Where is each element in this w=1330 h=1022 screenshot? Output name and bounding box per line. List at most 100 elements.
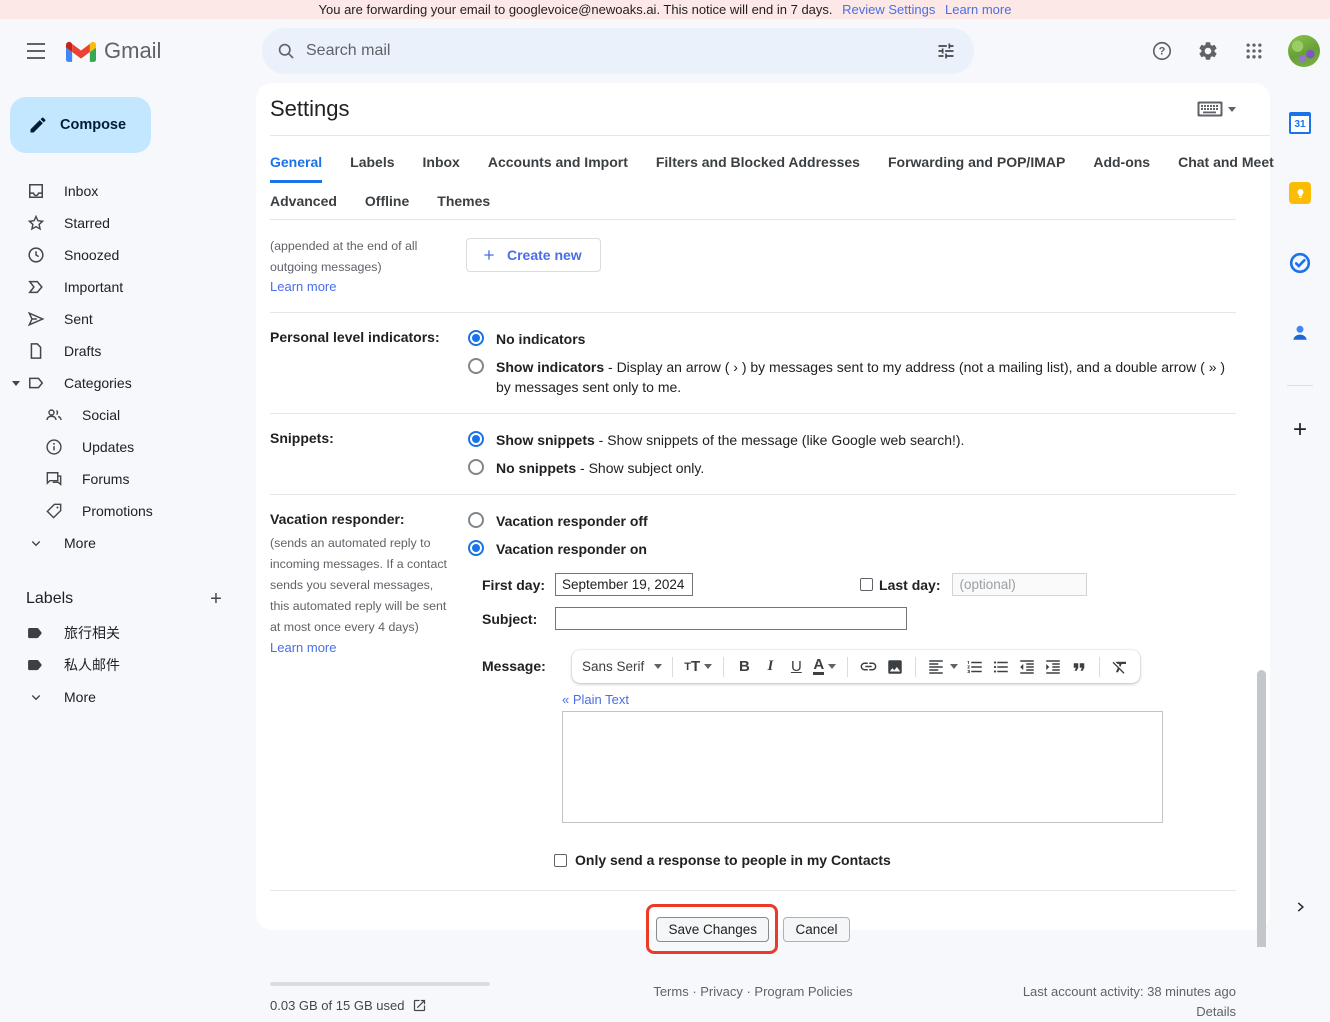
tasks-icon: [1288, 251, 1312, 275]
no-snippets-radio[interactable]: [468, 459, 484, 475]
underline-button[interactable]: U: [784, 654, 808, 680]
gmail-wordmark: Gmail: [104, 38, 161, 64]
get-addons-button[interactable]: +: [1293, 420, 1307, 440]
numbered-list-button[interactable]: [963, 654, 987, 680]
labels-more[interactable]: More: [0, 681, 256, 713]
numbered-list-icon: [966, 658, 984, 676]
sidebar-item-forums[interactable]: Forums: [0, 463, 256, 495]
font-family-selector[interactable]: Sans Serif: [580, 659, 664, 674]
signature-learn-more-link[interactable]: Learn more: [270, 279, 336, 294]
contacts-only-label: Only send a response to people in my Con…: [575, 852, 891, 868]
insert-link-button[interactable]: [856, 654, 881, 680]
first-day-input[interactable]: [555, 573, 693, 596]
review-settings-link[interactable]: Review Settings: [842, 2, 935, 17]
tasks-app-button[interactable]: [1282, 245, 1318, 281]
vacation-off-radio[interactable]: [468, 512, 484, 528]
tab-chat-and-meet[interactable]: Chat and Meet: [1178, 154, 1274, 183]
compose-button[interactable]: Compose: [10, 97, 151, 153]
italic-button[interactable]: I: [758, 654, 782, 680]
sidebar-item-social[interactable]: Social: [0, 399, 256, 431]
tab-inbox[interactable]: Inbox: [423, 154, 460, 183]
text-color-button[interactable]: A: [810, 654, 839, 680]
search-icon[interactable]: [276, 41, 296, 61]
help-button[interactable]: ?: [1142, 31, 1182, 71]
search-input[interactable]: [306, 42, 926, 60]
plain-text-toggle-link[interactable]: « Plain Text: [562, 692, 629, 707]
label-item-personal[interactable]: 私人邮件: [0, 649, 256, 681]
image-icon: [886, 658, 904, 676]
contacts-only-checkbox[interactable]: [554, 854, 567, 867]
bulleted-list-button[interactable]: [989, 654, 1013, 680]
sidebar-item-updates[interactable]: Updates: [0, 431, 256, 463]
google-apps-button[interactable]: [1234, 31, 1274, 71]
vacation-message-textarea[interactable]: [562, 711, 1163, 823]
calendar-app-button[interactable]: 31: [1282, 105, 1318, 141]
create-new-signature-button[interactable]: Create new: [466, 238, 601, 272]
bold-button[interactable]: B: [732, 654, 756, 680]
option-label: Vacation responder on: [496, 539, 647, 559]
tab-general[interactable]: General: [270, 154, 322, 183]
indent-increase-button[interactable]: [1041, 654, 1065, 680]
tag-icon: [44, 501, 64, 521]
banner-learn-more-link[interactable]: Learn more: [945, 2, 1011, 17]
input-method-selector[interactable]: [1197, 101, 1236, 117]
sidebar-item-categories[interactable]: Categories: [0, 367, 256, 399]
snippets-section: Snippets: Show snippets - Show snippets …: [270, 414, 1236, 495]
sidebar-item-important[interactable]: Important: [0, 271, 256, 303]
contacts-app-button[interactable]: [1282, 315, 1318, 351]
sidebar-item-inbox[interactable]: Inbox: [0, 175, 256, 207]
keep-app-button[interactable]: [1282, 175, 1318, 211]
open-in-new-icon[interactable]: [412, 998, 427, 1013]
message-label: Message:: [482, 650, 562, 674]
quote-button[interactable]: [1067, 654, 1091, 680]
option-label: Show indicators: [496, 359, 604, 375]
font-size-button[interactable]: TT: [681, 654, 715, 680]
subject-label: Subject:: [482, 611, 537, 627]
tab-accounts-and-import[interactable]: Accounts and Import: [488, 154, 628, 183]
indent-decrease-icon: [1018, 658, 1036, 676]
insert-image-button[interactable]: [883, 654, 907, 680]
sidebar-item-more[interactable]: More: [0, 527, 256, 559]
subject-input[interactable]: [555, 607, 907, 630]
align-button[interactable]: [924, 654, 960, 680]
create-label-button[interactable]: +: [202, 585, 230, 613]
tab-forwarding[interactable]: Forwarding and POP/IMAP: [888, 154, 1065, 183]
tab-offline[interactable]: Offline: [365, 193, 409, 219]
tab-filters[interactable]: Filters and Blocked Addresses: [656, 154, 860, 183]
tab-advanced[interactable]: Advanced: [270, 193, 337, 219]
search-options-button[interactable]: [926, 31, 966, 71]
sidebar-item-sent[interactable]: Sent: [0, 303, 256, 335]
sidebar-item-drafts[interactable]: Drafts: [0, 335, 256, 367]
section-label: Snippets:: [270, 430, 334, 446]
tab-themes[interactable]: Themes: [437, 193, 490, 219]
sidebar-item-promotions[interactable]: Promotions: [0, 495, 256, 527]
vacation-on-radio[interactable]: [468, 540, 484, 556]
header-actions: ?: [1142, 31, 1320, 71]
sidebar-item-snoozed[interactable]: Snoozed: [0, 239, 256, 271]
search-bar[interactable]: [262, 28, 974, 74]
tab-labels[interactable]: Labels: [350, 154, 394, 183]
cancel-button[interactable]: Cancel: [783, 917, 849, 942]
last-day-checkbox[interactable]: [860, 578, 873, 591]
tab-addons[interactable]: Add-ons: [1093, 154, 1150, 183]
show-indicators-radio[interactable]: [468, 358, 484, 374]
account-avatar[interactable]: [1288, 35, 1320, 67]
hamburger-menu-icon[interactable]: [12, 27, 60, 75]
settings-button[interactable]: [1188, 31, 1228, 71]
sidebar-item-starred[interactable]: Starred: [0, 207, 256, 239]
vacation-learn-more-link[interactable]: Learn more: [270, 640, 336, 655]
last-day-input[interactable]: [952, 573, 1087, 596]
label-item-travel[interactable]: 旅行相关: [0, 617, 256, 649]
footer-links[interactable]: Terms · Privacy · Program Policies: [570, 982, 936, 1022]
show-snippets-radio[interactable]: [468, 431, 484, 447]
pencil-icon: [28, 115, 48, 135]
scrollbar-thumb[interactable]: [1257, 670, 1266, 947]
indent-decrease-button[interactable]: [1015, 654, 1039, 680]
collapse-triangle-icon[interactable]: [12, 381, 20, 386]
compose-label: Compose: [60, 117, 126, 133]
activity-details-link[interactable]: Details: [936, 1002, 1236, 1022]
no-indicators-radio[interactable]: [468, 330, 484, 346]
remove-formatting-button[interactable]: [1108, 654, 1132, 680]
show-side-panel-button[interactable]: [1293, 900, 1307, 919]
save-changes-button[interactable]: Save Changes: [656, 917, 769, 942]
